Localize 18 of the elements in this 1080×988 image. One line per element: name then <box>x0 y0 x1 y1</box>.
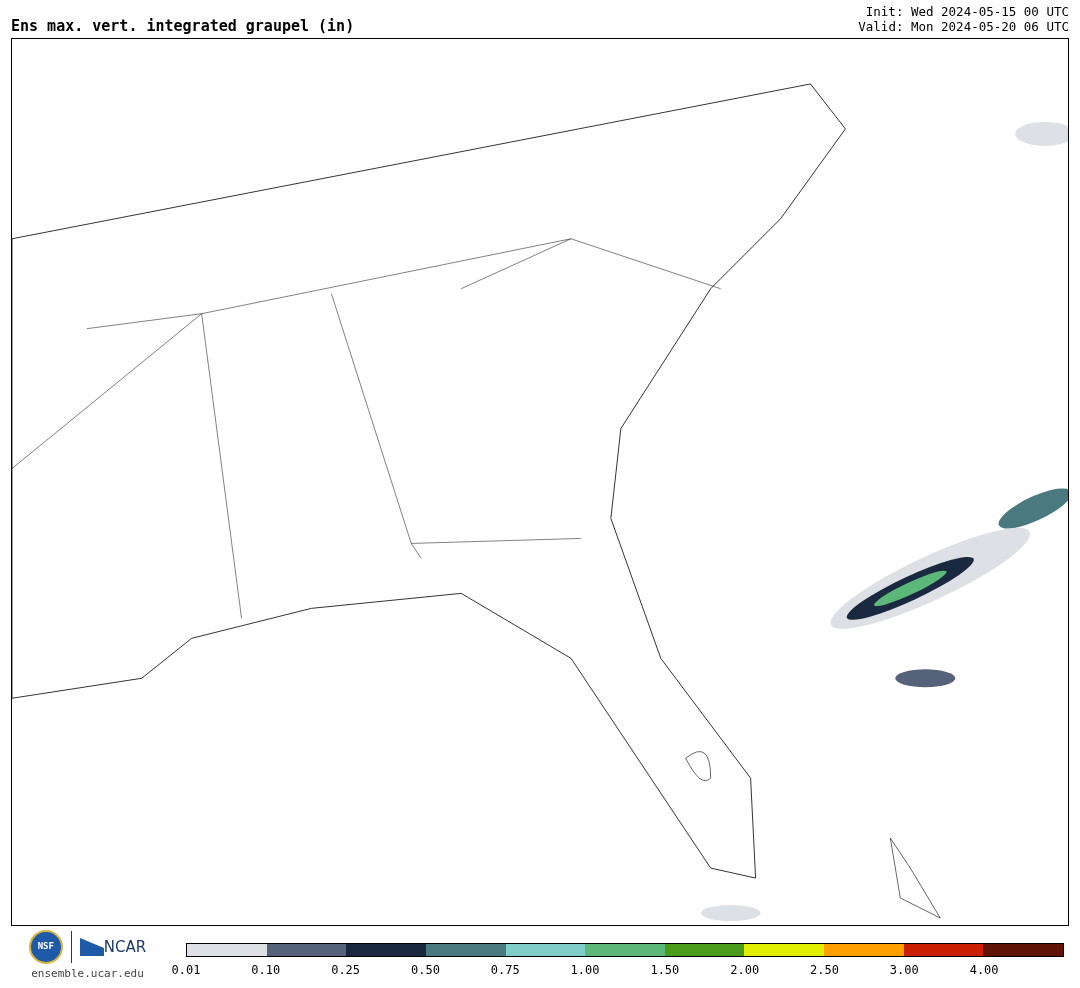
ncar-logo: NCAR <box>103 936 147 958</box>
map-title: Ens max. vert. integrated graupel (in) <box>11 19 355 34</box>
scale-label: 1.00 <box>570 962 600 978</box>
scale-label: 4.00 <box>969 962 999 978</box>
nsf-logo: NSF <box>28 930 63 964</box>
scale-label: 3.00 <box>889 962 919 978</box>
ncar-logo-icon <box>79 938 104 956</box>
scale-label: 0.01 <box>171 962 201 978</box>
scale-label: 0.25 <box>331 962 361 978</box>
scale-label: 0.75 <box>490 962 520 978</box>
website-url: ensemble.ucar.edu <box>31 966 144 982</box>
valid-time: Valid: Mon 2024-05-20 06 UTC <box>858 19 1069 34</box>
scale-label: 1.50 <box>650 962 680 978</box>
init-time: Init: Wed 2024-05-15 00 UTC <box>865 4 1069 19</box>
scale-label: 2.00 <box>730 962 760 978</box>
scale-label: 0.50 <box>411 962 440 978</box>
scale-label: 2.50 <box>810 962 839 978</box>
scale-label: 0.10 <box>251 962 281 978</box>
